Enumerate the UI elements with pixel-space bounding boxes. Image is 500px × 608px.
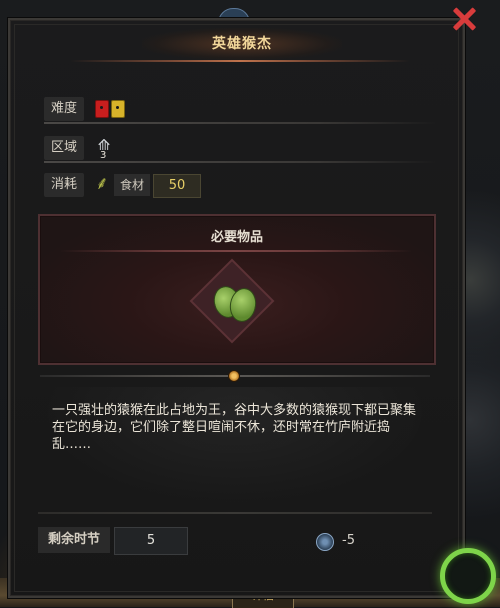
required-divider [60, 250, 412, 252]
region-number: 3 [100, 150, 107, 161]
title-divider [70, 60, 410, 62]
event-description: 一只强壮的猿猴在此占地为王，谷中大多数的猿猴现下都已聚集在它的身边，它们除了整日… [52, 403, 417, 452]
swirl-icon [316, 533, 334, 551]
close-icon[interactable] [450, 5, 478, 33]
gold-dot-icon [228, 370, 240, 382]
bottom-divider [38, 512, 432, 514]
required-items-title: 必要物品 [210, 230, 263, 245]
region-label: 区域 [44, 136, 84, 160]
required-items-box: 必要物品 [38, 214, 436, 365]
remaining-seasons-value: 5 [114, 527, 188, 555]
end-turn-button[interactable] [440, 548, 496, 604]
cactus-icon[interactable] [206, 280, 260, 326]
red-dice-icon [95, 100, 109, 118]
row-divider [44, 122, 436, 124]
row-divider [44, 161, 436, 163]
yellow-dice-icon [111, 100, 125, 118]
remaining-seasons-label: 剩余时节 [38, 527, 110, 553]
event-panel: 英雄猴杰 难度 区域 ⟰ 3 消耗 ⸙ 食材 50 必要物品 一只强壮的猿猴在此… [8, 18, 465, 598]
wheat-icon: ⸙ [95, 173, 109, 194]
cost-label: 消耗 [44, 173, 84, 197]
panel-title: 英雄猴杰 [142, 28, 342, 60]
swirl-value: -5 [342, 533, 355, 548]
food-value: 50 [153, 174, 201, 198]
difficulty-label: 难度 [44, 97, 84, 121]
food-label: 食材 [114, 174, 150, 196]
